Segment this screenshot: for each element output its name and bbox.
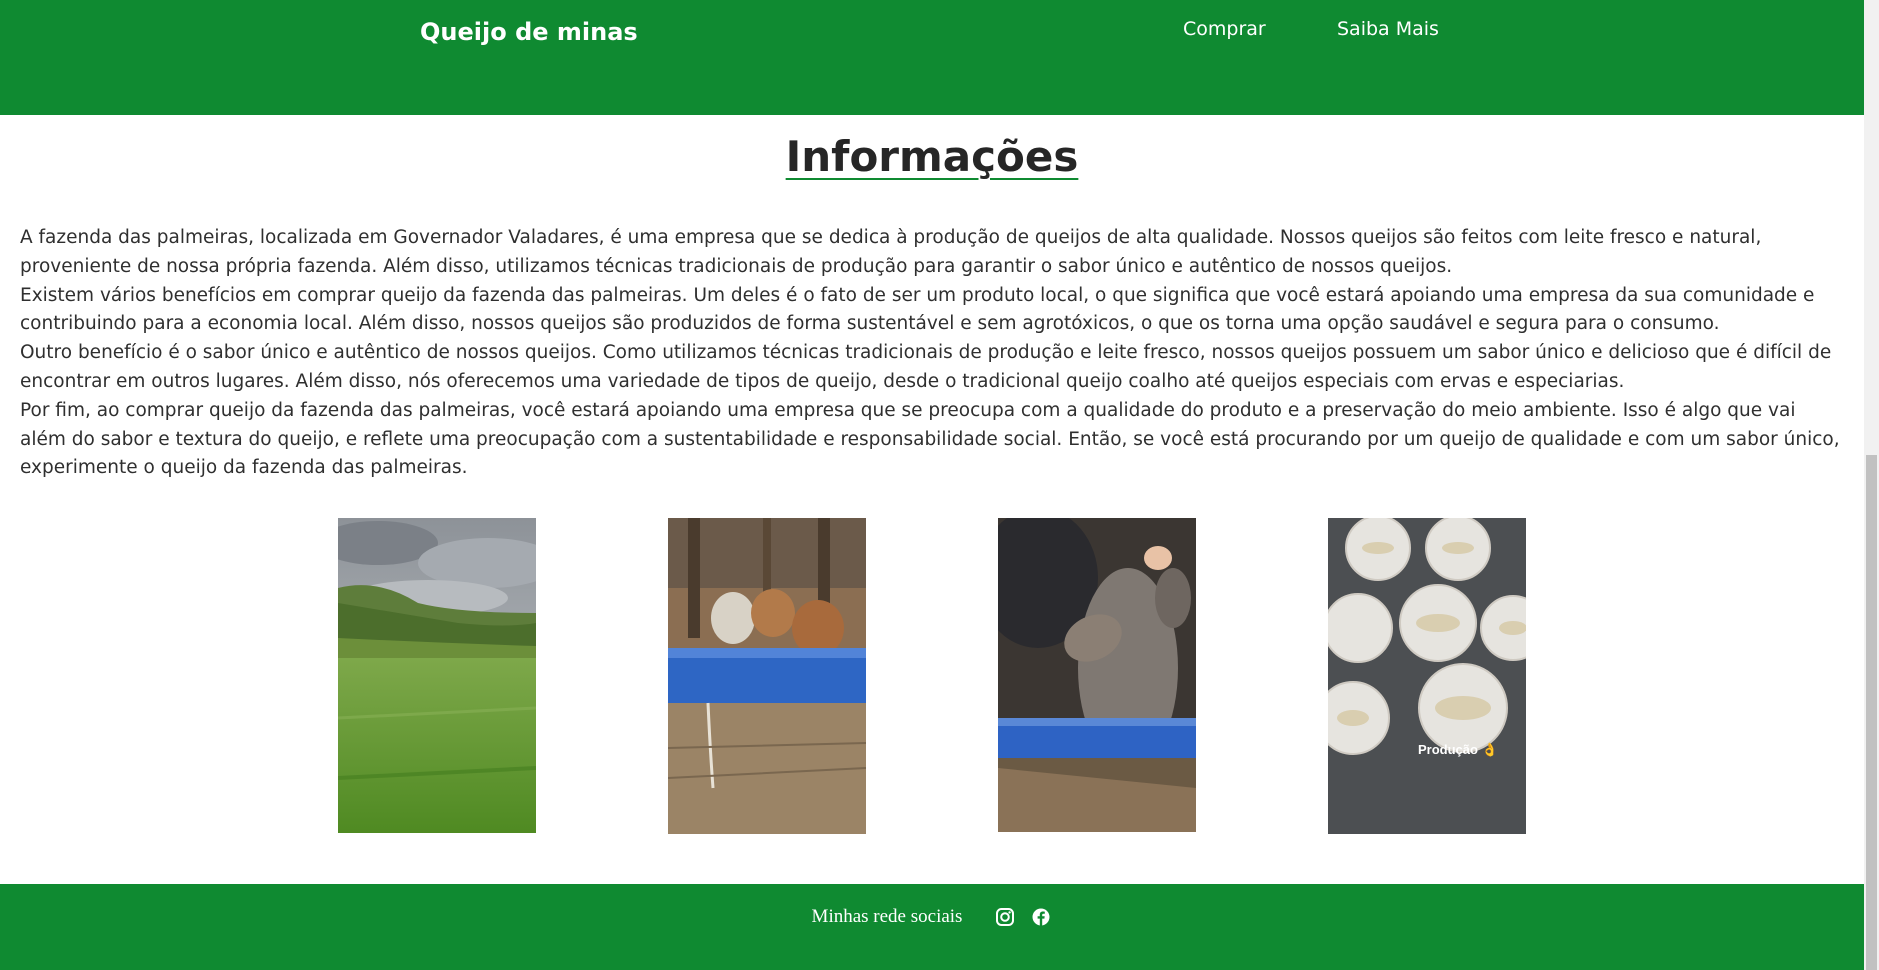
header: Queijo de minas Comprar Saiba Mais bbox=[0, 0, 1864, 115]
instagram-icon[interactable] bbox=[994, 906, 1016, 928]
photo-calves-trough bbox=[668, 518, 866, 834]
photo-calf-closeup bbox=[998, 518, 1196, 832]
footer-text: Minhas rede sociais bbox=[811, 906, 963, 927]
info-paragraph: A fazenda das palmeiras, localizada em G… bbox=[20, 227, 1762, 277]
info-text: A fazenda das palmeiras, localizada em G… bbox=[20, 224, 1844, 483]
brand-logo-link[interactable]: Queijo de minas bbox=[420, 18, 638, 46]
page-title-text: Informações bbox=[785, 132, 1079, 181]
nav-link-saiba-mais[interactable]: Saiba Mais bbox=[1337, 18, 1439, 40]
photo-caption: Produção 👌 bbox=[1418, 742, 1498, 757]
scrollbar-thumb[interactable] bbox=[1866, 455, 1877, 970]
facebook-icon[interactable] bbox=[1030, 906, 1052, 928]
page-title: Informações bbox=[0, 132, 1864, 181]
info-paragraph: Outro benefício é o sabor único e autênt… bbox=[20, 342, 1832, 392]
info-paragraph: Por fim, ao comprar queijo da fazenda da… bbox=[20, 399, 1840, 479]
photo-cheese-production: Produção 👌 bbox=[1328, 518, 1526, 834]
photo-pasture bbox=[338, 518, 536, 833]
footer: Minhas rede sociais bbox=[0, 884, 1864, 970]
page-scrollbar[interactable] bbox=[1864, 0, 1879, 970]
info-paragraph: Existem vários benefícios em comprar que… bbox=[20, 284, 1815, 335]
nav-link-comprar[interactable]: Comprar bbox=[1183, 18, 1266, 40]
